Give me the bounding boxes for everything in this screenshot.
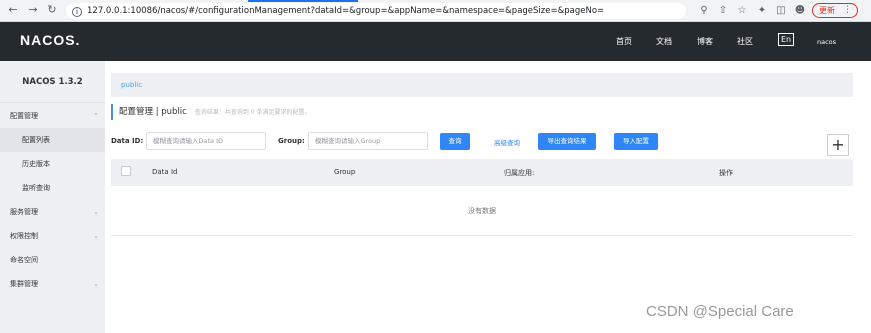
url-text: 127.0.0.1:10086/nacos/#/configurationMan… [87, 6, 605, 16]
address-bar[interactable]: i 127.0.0.1:10086/nacos/#/configurationMa… [66, 3, 686, 19]
import-config-button[interactable]: 导入配置 [614, 133, 658, 150]
chevron-down-icon: ⌄ [93, 232, 99, 240]
sidebar-item-label: 配置管理 [10, 112, 38, 120]
sidebar-item-config-management[interactable]: 配置管理 ⌃ [0, 104, 105, 128]
user-menu[interactable]: nacos [817, 38, 836, 46]
nav-home[interactable]: 首页 [616, 36, 632, 47]
chevron-up-icon: ⌃ [93, 112, 99, 120]
extensions-icon[interactable]: ✦ [755, 4, 769, 18]
export-results-button[interactable]: 导出查询结果 [538, 133, 596, 150]
update-label: 更新 [819, 6, 835, 15]
sidebar-item-label: 配置列表 [22, 136, 50, 144]
sidebar-item-service-management[interactable]: 服务管理 ⌄ [0, 200, 105, 224]
namespace-breadcrumb[interactable]: public [111, 73, 853, 97]
sidebar-item-label: 命名空间 [10, 256, 38, 264]
search-button[interactable]: 查询 [440, 133, 470, 150]
key-icon[interactable]: ⚲ [697, 4, 711, 18]
sidebar-item-config-list[interactable]: 配置列表 [0, 128, 105, 152]
back-icon[interactable]: ← [6, 3, 20, 17]
bookmark-star-icon[interactable]: ☆ [735, 4, 749, 18]
sidebar-item-history[interactable]: 历史版本 [0, 152, 105, 176]
sidebar-item-label: 集群管理 [10, 280, 38, 288]
nav-community[interactable]: 社区 [737, 36, 753, 47]
share-icon[interactable]: ⇧ [716, 4, 730, 18]
version-title: NACOS 1.3.2 [0, 61, 105, 103]
add-config-button[interactable]: + [827, 134, 849, 156]
dataid-label: Data ID: [111, 137, 144, 145]
csdn-watermark: CSDN @Special Care [646, 303, 794, 320]
select-all-checkbox[interactable] [121, 166, 131, 176]
table-empty-state: 没有数据 [111, 186, 853, 236]
sidepanel-icon[interactable]: ◫ [774, 4, 788, 18]
nacos-logo[interactable]: NACOS. [20, 32, 80, 48]
sidebar-item-cluster-management[interactable]: 集群管理 ⌄ [0, 272, 105, 296]
query-result-hint: 查询结果：共查询到 0 条满足要求的配置。 [194, 109, 311, 116]
sidebar-item-namespace[interactable]: 命名空间 [0, 248, 105, 272]
forward-icon[interactable]: → [26, 3, 40, 17]
more-icon: ⋮ [843, 5, 852, 15]
chevron-down-icon: ⌄ [93, 280, 99, 288]
nav-blog[interactable]: 博客 [697, 36, 713, 47]
reload-icon[interactable]: ↻ [45, 3, 59, 17]
column-header-actions: 操作 [719, 169, 733, 177]
page-title: 配置管理 | public 查询结果：共查询到 0 条满足要求的配置。 [111, 104, 310, 120]
table-header [111, 159, 853, 186]
sidebar-item-access-control[interactable]: 权限控制 ⌄ [0, 224, 105, 248]
dataid-search-input[interactable]: 模糊查询请输入Data ID [146, 132, 266, 150]
sidebar-item-label: 权限控制 [10, 232, 38, 240]
chevron-down-icon: ⌄ [93, 208, 99, 216]
group-search-input[interactable]: 模糊查询请输入Group [308, 132, 428, 150]
sidebar-item-label: 历史版本 [22, 160, 50, 168]
page-title-text: 配置管理 | public [119, 107, 187, 117]
column-header-app: 归属应用: [504, 169, 535, 177]
language-toggle[interactable]: En [778, 33, 795, 46]
column-header-group: Group [334, 168, 356, 176]
info-icon[interactable]: i [72, 7, 82, 17]
group-label: Group: [278, 137, 305, 145]
nav-docs[interactable]: 文档 [656, 36, 672, 47]
profile-icon[interactable]: ☻ [793, 4, 807, 18]
column-header-dataid: Data Id [152, 168, 178, 176]
sidebar-item-listener-query[interactable]: 监听查询 [0, 176, 105, 200]
update-button[interactable]: 更新 ⋮ [812, 3, 858, 18]
sidebar-item-label: 服务管理 [10, 208, 38, 216]
active-tab-indicator [248, 0, 358, 2]
sidebar-item-label: 监听查询 [22, 184, 50, 192]
advanced-query-link[interactable]: 高级查询 [494, 137, 520, 147]
